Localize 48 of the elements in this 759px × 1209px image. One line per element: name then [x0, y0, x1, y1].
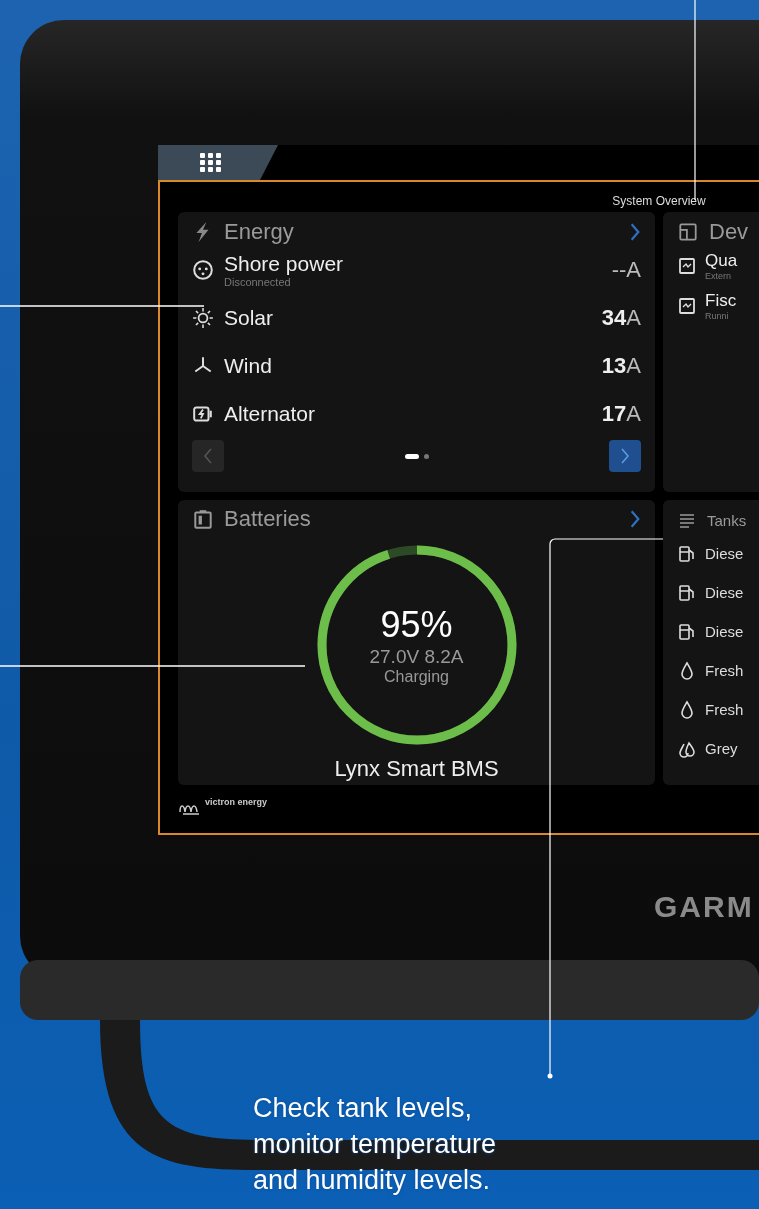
- fuel-pump-icon: [677, 621, 697, 642]
- current-value: 34A: [601, 305, 641, 331]
- device-status: Extern: [705, 271, 732, 281]
- tank-label: Diese: [705, 545, 744, 562]
- page-dot[interactable]: [423, 453, 429, 459]
- screen-title: System Overview: [612, 194, 706, 208]
- tank-label: Diese: [705, 623, 744, 640]
- apps-menu-button[interactable]: [158, 145, 278, 180]
- fuel-pump-icon: [677, 582, 697, 603]
- chevron-left-icon: [203, 448, 213, 464]
- source-label: Alternator: [224, 402, 317, 426]
- sun-icon: [192, 307, 214, 329]
- chevron-right-icon[interactable]: [629, 509, 641, 529]
- charge-percent: 95%: [380, 604, 453, 646]
- source-label: Shore power: [224, 252, 345, 276]
- tank-label: Fresh: [705, 662, 744, 679]
- tank-label: Grey: [705, 740, 738, 757]
- next-button[interactable]: [609, 440, 641, 472]
- plug-icon: [192, 259, 214, 281]
- device-status: Runni: [705, 311, 730, 321]
- source-status: Disconnected: [224, 276, 292, 288]
- charge-status: Charging: [384, 668, 449, 686]
- voltage-current: 27.0V 8.2A: [369, 646, 464, 668]
- battery-icon: [192, 508, 214, 530]
- tank-label: Fresh: [705, 701, 744, 718]
- alternator-icon: [192, 403, 214, 425]
- grid-icon: [200, 152, 222, 173]
- panel-title: Batteries: [224, 506, 312, 532]
- source-label: Solar: [224, 306, 275, 330]
- brand-text: GARM: [654, 890, 754, 924]
- tank-label: Diese: [705, 584, 744, 601]
- panel-title: Energy: [224, 219, 295, 245]
- device-icon: [677, 296, 697, 316]
- current-value: --A: [611, 257, 641, 283]
- source-label: Wind: [224, 354, 273, 378]
- chevron-right-icon[interactable]: [629, 222, 641, 242]
- device-label: Qua: [705, 251, 739, 271]
- current-value: 13A: [601, 353, 641, 379]
- device-icon: [677, 256, 697, 276]
- battery-name: Lynx Smart BMS: [333, 756, 500, 782]
- current-value: 17A: [601, 401, 641, 427]
- panel-title: Dev: [709, 219, 750, 245]
- device-label: Fisc: [705, 291, 738, 311]
- logo-text: victron energy: [205, 797, 268, 807]
- panel-title: Tanks: [707, 511, 748, 529]
- chevron-right-icon: [620, 448, 630, 464]
- fuel-pump-icon: [677, 543, 697, 564]
- device-icon: [677, 221, 699, 243]
